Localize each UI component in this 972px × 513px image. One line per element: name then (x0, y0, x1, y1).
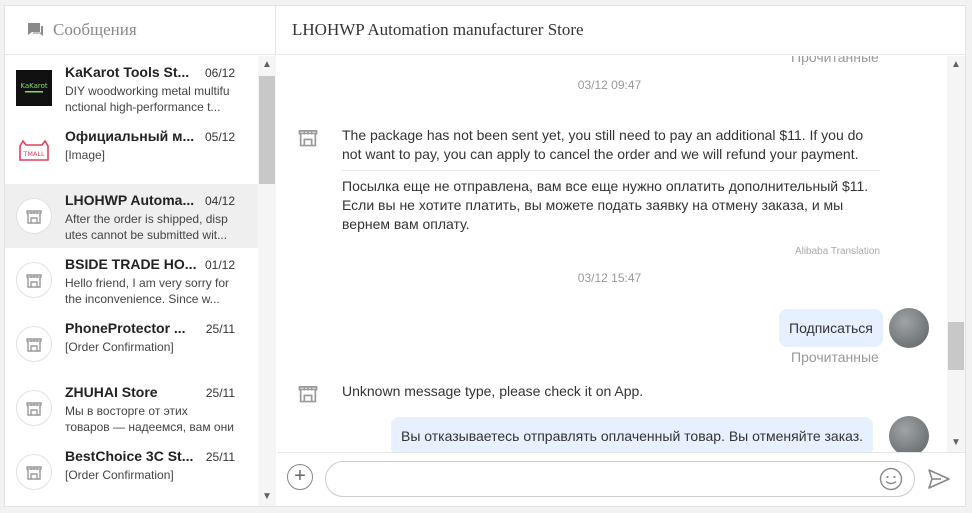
scroll-up-icon[interactable]: ▲ (947, 58, 965, 72)
message-scrollbar[interactable]: ▲ ▼ (947, 56, 965, 452)
chat-header: LHOHWP Automation manufacturer Store (277, 6, 965, 55)
message-timestamp: 03/12 15:47 (577, 271, 642, 285)
conversation-preview: [Order Confirmation] (65, 468, 174, 482)
conversation-name: BestChoice 3C St... (65, 448, 194, 464)
scrollbar-thumb[interactable] (259, 76, 275, 184)
user-avatar (889, 416, 929, 452)
tmall-logo-icon: TMALL (16, 134, 52, 170)
conversation-preview: DIY woodworking metal multifu nctional h… (65, 84, 230, 114)
scroll-up-icon[interactable]: ▲ (258, 58, 276, 72)
store-name: LHOHWP Automation manufacturer Store (292, 20, 584, 39)
store-icon (16, 198, 52, 234)
messages-header: Сообщения (5, 6, 276, 55)
user-avatar (889, 308, 929, 348)
store-icon (298, 386, 318, 403)
conversation-list: KaKarot KaKarot Tools St... 06/12 DIY wo… (5, 56, 258, 506)
outgoing-message: Подписаться (779, 309, 883, 347)
svg-text:KaKarot: KaKarot (20, 82, 48, 90)
send-icon[interactable] (927, 468, 951, 490)
conversation-preview: After the order is shipped, disp utes ca… (65, 212, 228, 242)
message-timestamp: 03/12 09:47 (577, 78, 642, 92)
conversation-name: PhoneProtector ... (65, 320, 186, 336)
conversation-preview: [Order Confirmation] (65, 340, 174, 354)
conversation-name: KaKarot Tools St... (65, 64, 190, 80)
conversation-item-bside[interactable]: BSIDE TRADE HO... 01/12 Hello friend, I … (5, 248, 258, 312)
compose-area: + (277, 452, 965, 506)
conversation-date: 05/12 (204, 130, 235, 144)
conversation-date: 25/11 (205, 450, 235, 464)
conversation-item-tmall[interactable]: TMALL Официальный м... 05/12 [Image] (5, 120, 258, 184)
message-text-translated: Посылка еще не отправлена, вам все еще н… (342, 178, 869, 232)
conversation-preview: Hello friend, I am very sorry for the in… (65, 276, 230, 306)
conversation-preview: [Image] (65, 148, 106, 162)
conversation-date: 01/12 (204, 258, 235, 272)
add-attachment-button[interactable]: + (287, 464, 313, 490)
scroll-down-icon[interactable]: ▼ (258, 490, 276, 504)
conversation-preview: Мы в восторге от этих товаров — надеемся… (65, 404, 234, 434)
emoji-icon[interactable] (879, 467, 903, 491)
translation-divider (342, 170, 880, 171)
conversation-name: LHOHWP Automa... (65, 192, 195, 208)
conversation-item-zhuhai[interactable]: ZHUHAI Store 25/11 Мы в восторге от этих… (5, 376, 258, 440)
svg-text:TMALL: TMALL (22, 150, 45, 158)
conversation-item-phoneprotector[interactable]: PhoneProtector ... 25/11 [Order Confirma… (5, 312, 258, 376)
outgoing-message: Вы отказываетесь отправлять оплаченный т… (391, 417, 874, 452)
chat-bubble-icon (28, 23, 43, 36)
store-icon (16, 454, 52, 490)
chat-window: Сообщения KaKarot KaKarot Tools St... 06… (4, 5, 966, 507)
conversation-name: Официальный м... (65, 128, 195, 144)
kakarot-logo-icon: KaKarot (16, 70, 52, 106)
store-icon (16, 262, 52, 298)
conversation-name: ZHUHAI Store (65, 384, 158, 400)
conversation-name: BSIDE TRADE HO... (65, 256, 197, 272)
translation-source: Alibaba Translation (794, 246, 880, 257)
scroll-down-icon[interactable]: ▼ (947, 436, 965, 450)
messages-title: Сообщения (53, 20, 137, 39)
conversation-date: 25/11 (205, 322, 235, 336)
conversation-item-bestchoice[interactable]: BestChoice 3C St... 25/11 [Order Confirm… (5, 440, 258, 504)
conversation-scrollbar[interactable]: ▲ ▼ (258, 56, 276, 506)
conversation-item-lhohwp[interactable]: LHOHWP Automa... 04/12 After the order i… (5, 184, 258, 248)
message-text-original: The package has not been sent yet, you s… (342, 127, 864, 162)
incoming-message: Unknown message type, please check it on… (342, 383, 644, 399)
store-icon (16, 390, 52, 426)
store-icon (298, 130, 318, 147)
conversation-date: 25/11 (205, 386, 235, 400)
message-list: Прочитанные 03/12 09:47 The package has … (277, 56, 947, 452)
conversation-item-kakarot[interactable]: KaKarot KaKarot Tools St... 06/12 DIY wo… (5, 56, 258, 120)
conversation-date: 06/12 (204, 66, 235, 80)
read-status: Прочитанные (791, 56, 879, 65)
scrollbar-thumb[interactable] (948, 322, 964, 370)
message-input[interactable] (325, 461, 915, 497)
read-status: Прочитанные (791, 349, 879, 365)
chat-panel: LHOHWP Automation manufacturer Store Про… (277, 6, 965, 506)
conversation-date: 04/12 (204, 194, 235, 208)
store-icon (16, 326, 52, 362)
incoming-message: The package has not been sent yet, you s… (342, 126, 880, 261)
conversation-panel: Сообщения KaKarot KaKarot Tools St... 06… (5, 6, 276, 506)
